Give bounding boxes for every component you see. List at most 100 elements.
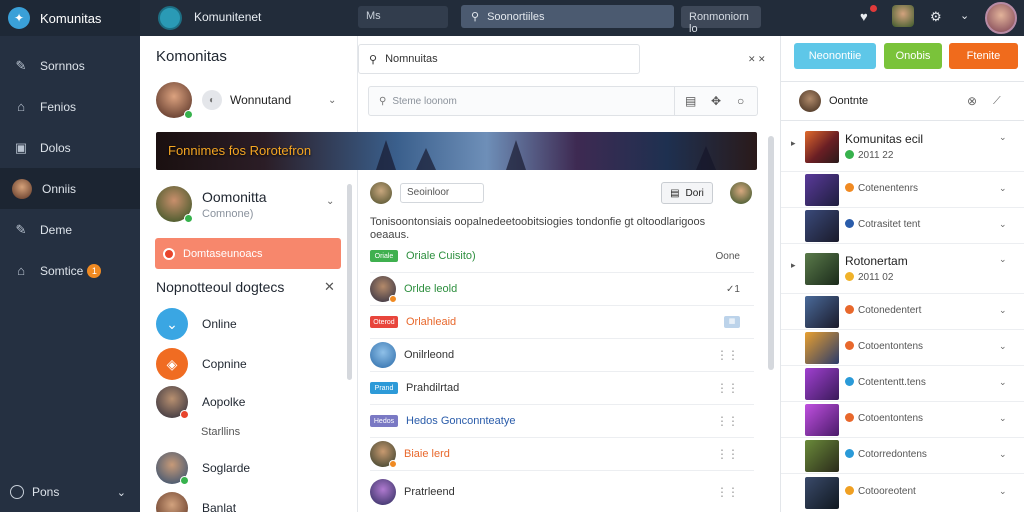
feed-row-text: Onilrleond — [404, 349, 455, 361]
search-placeholder: Soonortiiles — [487, 10, 545, 23]
content-row[interactable]: Cotooreotent ⌄ — [781, 474, 1024, 512]
filter-button[interactable]: Ronmoniorn lo — [681, 6, 761, 35]
sidebar-item-3[interactable]: Onniis — [0, 168, 140, 209]
more-icon[interactable]: ⋮⋮ — [716, 485, 739, 499]
document-icon[interactable]: ▤ — [685, 94, 696, 108]
expand-icon[interactable]: ⌄ — [999, 449, 1007, 460]
row-sub: 2011 02 — [845, 272, 893, 283]
circle-icon[interactable]: ○ — [737, 94, 744, 108]
banner[interactable]: Fonnimes fos Rorotefron — [156, 132, 757, 170]
more-icon[interactable]: ⋮⋮ — [716, 348, 739, 362]
sidebar-footer[interactable]: Pons ⌄ — [0, 480, 140, 504]
expand-icon[interactable]: ⌄ — [999, 183, 1007, 194]
feed-row-text: Pratrleend — [404, 485, 455, 498]
user-sub: Comnone) — [202, 207, 254, 220]
list-item[interactable]: Banlat — [156, 492, 236, 512]
feed-row-text: Biaie lerd — [404, 448, 450, 460]
scrollbar[interactable] — [768, 136, 774, 370]
content-row[interactable]: Cotrasitet tent ⌄ — [781, 208, 1024, 244]
sidebar-item-2[interactable]: ▣ Dolos — [0, 127, 140, 168]
user-row[interactable]: Oomonitta Comnone) ⌄ — [156, 186, 334, 223]
row-title: Cotrasitet tent — [845, 219, 920, 230]
expand-icon[interactable]: ⌄ — [999, 305, 1007, 316]
avatar — [12, 178, 32, 199]
sidebar-item-5[interactable]: ⌂ Somtice 1 — [0, 250, 140, 291]
avatar[interactable] — [799, 90, 821, 112]
share-icon[interactable]: ✥ — [711, 94, 721, 108]
expand-icon[interactable]: ⌄ — [999, 132, 1007, 143]
workspace-selector[interactable]: Ms — [358, 6, 448, 28]
content-row[interactable]: Cotoentontens ⌄ — [781, 402, 1024, 438]
more-icon[interactable]: ⋮⋮ — [716, 381, 739, 395]
feed-row[interactable]: Prand Prahdilrtad ⋮⋮ — [370, 372, 754, 405]
tag-badge: Oriale — [370, 250, 398, 262]
row-title: Cotonedentert — [845, 305, 921, 316]
leaf-icon: ◈ — [156, 348, 188, 380]
list-item[interactable]: ◈ Copnine — [156, 348, 247, 380]
expand-icon[interactable]: ⌄ — [999, 486, 1007, 497]
close-icon[interactable]: ✕ — [324, 279, 335, 295]
more-icon[interactable]: ⋮⋮ — [716, 414, 739, 428]
collapse-icon[interactable]: ⟋ — [993, 95, 1001, 108]
content-row[interactable]: Cotonedentert ⌄ — [781, 294, 1024, 330]
action-button-1[interactable]: Onobis — [884, 43, 942, 69]
search-input[interactable]: ⚲ Soonortiiles — [461, 5, 674, 28]
content-row[interactable]: ▸ Rotonertam 2011 02 ⌄ — [781, 244, 1024, 294]
close-icon[interactable]: ✕ ✕ — [748, 54, 766, 65]
chevron-down-icon[interactable]: ⌄ — [326, 196, 334, 207]
list-item[interactable]: ⌄ Online — [156, 308, 237, 340]
action-button-2[interactable]: Ftenite — [949, 43, 1018, 69]
chevron-down-icon[interactable]: ⌄ — [960, 9, 969, 22]
expand-icon[interactable]: ⌄ — [999, 413, 1007, 424]
expand-icon[interactable]: ⌄ — [999, 341, 1007, 352]
expand-icon[interactable]: ⌄ — [999, 377, 1007, 388]
globe-icon — [10, 485, 24, 499]
content-row[interactable]: Cotenentenrs ⌄ — [781, 172, 1024, 208]
content-row[interactable]: Cotoentontens ⌄ — [781, 330, 1024, 366]
feed-search-input[interactable]: ⚲ Nomnuitas — [358, 44, 640, 74]
scrollbar[interactable] — [347, 184, 352, 380]
content-row[interactable]: ▸ Komunitas ecil 2011 22 ⌄ — [781, 122, 1024, 172]
expand-icon[interactable]: ⌄ — [999, 219, 1007, 230]
sidebar-item-4[interactable]: ✎ Deme — [0, 209, 140, 250]
bell-icon[interactable]: ♥ — [860, 9, 868, 24]
sidebar-item-0[interactable]: ✎ Sornnos — [0, 45, 140, 86]
expand-icon[interactable]: ⌄ — [999, 254, 1007, 265]
feed-row[interactable]: Oriale Oriale Cuisito) Oone — [370, 240, 754, 273]
post-author-pill[interactable]: Seoinloor — [400, 183, 484, 203]
top-bar: Komunitenet Ms ⚲ Soonortiiles Ronmoniorn… — [140, 0, 1024, 36]
feed-row[interactable]: Orlde leold ✓1 — [370, 273, 754, 306]
feed-row[interactable]: Onilrleond ⋮⋮ — [370, 339, 754, 372]
feed-row[interactable]: Hedos Hedos Gonconnteatye ⋮⋮ — [370, 405, 754, 438]
tag-badge: Oterod — [370, 316, 398, 328]
compose-input[interactable]: ⚲ Steme loonom — [369, 87, 675, 115]
feed-row[interactable]: Pratrleend ⋮⋮ — [370, 475, 754, 508]
sidebar-item-1[interactable]: ⌂ Fenios — [0, 86, 140, 127]
app-logo-icon[interactable] — [158, 6, 182, 30]
feed-row[interactable]: Biaie lerd ⋮⋮ — [370, 438, 754, 471]
thumbnail — [805, 477, 839, 509]
content-row[interactable]: Cotorredontens ⌄ — [781, 438, 1024, 474]
avatar[interactable] — [730, 182, 752, 204]
list-item-label: Banlat — [202, 501, 237, 512]
feed-row[interactable]: Oterod Orlahleaid ▦ — [370, 306, 754, 339]
list-item-label: Soglarde — [202, 461, 251, 475]
pin-icon: ✎ — [15, 221, 27, 237]
brand[interactable]: ✦ Komunitas — [0, 0, 140, 36]
avatar[interactable] — [892, 5, 914, 27]
gear-icon[interactable]: ⚙ — [930, 9, 942, 25]
settings-icon[interactable]: ⊗ — [967, 94, 977, 108]
action-button-0[interactable]: Neonontiie — [794, 43, 876, 69]
content-row[interactable]: Cotententt.tens ⌄ — [781, 366, 1024, 402]
user-row[interactable]: ◐ Wonnutand ⌄ — [156, 82, 336, 119]
post-button[interactable]: ▤ Dori — [661, 182, 713, 204]
list-item[interactable]: Aopolke — [156, 386, 245, 419]
highlight-item[interactable]: Domtaseunoacs — [155, 238, 341, 269]
avatar[interactable] — [370, 182, 392, 204]
image-icon[interactable]: ▦ — [724, 316, 740, 328]
row-title: Cotenentenrs — [845, 183, 918, 194]
list-item[interactable]: Soglarde — [156, 452, 251, 485]
chevron-down-icon[interactable]: ⌄ — [328, 95, 336, 106]
profile-avatar[interactable] — [985, 2, 1017, 34]
more-icon[interactable]: ⋮⋮ — [716, 447, 739, 461]
